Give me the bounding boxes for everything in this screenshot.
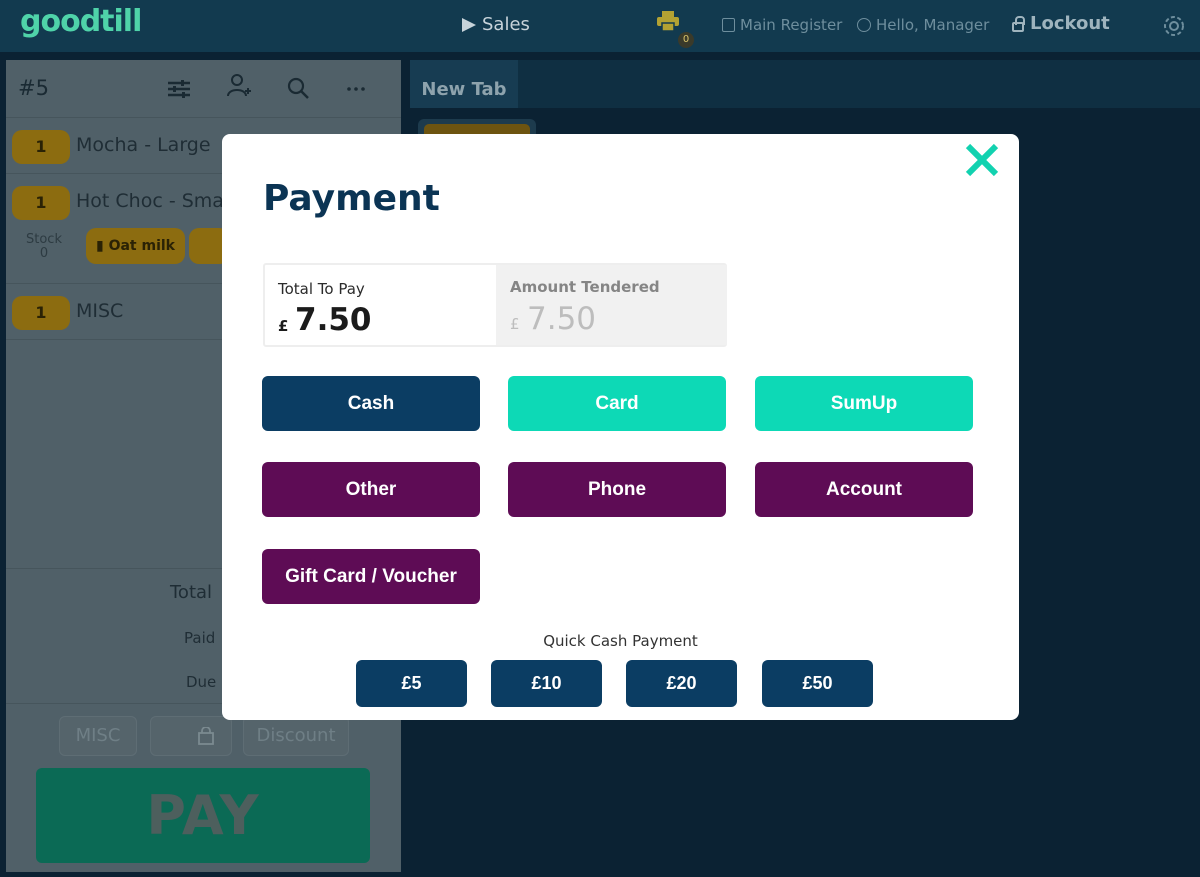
stock-indicator: Stock 0 [26,233,62,261]
lockout-button[interactable]: Lockout [1012,13,1110,34]
discount-button[interactable]: Discount [243,716,349,756]
quick-cash-50-button[interactable]: £50 [762,660,873,707]
sales-label: Sales [482,14,530,35]
user-menu[interactable]: Hello, Manager [857,16,989,34]
gift-card-voucher-button[interactable]: Gift Card / Voucher [262,549,480,604]
payment-totals: Total To Pay £ 7.50 Amount Tendered £ 7.… [263,263,727,347]
quick-cash-label: Quick Cash Payment [543,632,698,650]
account-button[interactable]: Account [755,462,973,517]
tab-bar: New Tab [410,60,1200,108]
stock-value: 0 [39,246,49,261]
more-options-icon[interactable] [344,76,370,102]
currency-symbol: £ [510,315,520,333]
stock-label: Stock [26,232,62,247]
quantity-badge[interactable]: 1 [12,186,70,220]
payment-modal: Payment Total To Pay £ 7.50 Amount Tende… [222,134,1019,720]
user-icon [857,18,871,32]
lockout-label: Lockout [1030,13,1110,34]
add-customer-icon[interactable] [225,72,251,98]
play-icon [462,17,476,32]
register-icon [722,18,735,32]
paid-label: Paid [184,629,216,647]
close-icon[interactable] [962,140,1002,180]
card-button[interactable]: Card [508,376,726,431]
order-header: #5 [6,60,401,118]
due-label: Due [186,673,217,691]
tab-new-tab[interactable]: New Tab [410,60,518,108]
pay-button[interactable]: PAY [36,768,370,863]
quick-cash-5-button[interactable]: £5 [356,660,467,707]
sales-nav[interactable]: Sales [462,14,530,35]
amount-tendered-label: Amount Tendered [510,278,660,296]
search-icon[interactable] [286,76,312,102]
quick-cash-20-button[interactable]: £20 [626,660,737,707]
top-bar: goodtill Sales 0 Main Register Hello, Ma… [0,0,1200,52]
quick-cash-10-button[interactable]: £10 [491,660,602,707]
total-to-pay-label: Total To Pay [278,280,365,298]
modal-title: Payment [263,178,440,219]
bag-button[interactable] [150,716,232,756]
printer-count-badge: 0 [678,32,694,48]
item-name: Mocha - Large [76,134,211,156]
amount-tendered-value: 7.50 [527,301,597,337]
quantity-badge[interactable]: 1 [12,296,70,330]
greeting-label: Hello, Manager [876,16,990,34]
item-name: MISC [76,300,124,322]
quantity-badge[interactable]: 1 [12,130,70,164]
modifier-chip[interactable]: ▮ Oat milk [86,228,185,264]
settings-sliders-icon[interactable] [166,76,192,102]
total-to-pay-value: 7.50 [295,302,372,338]
total-label: Total [170,582,213,603]
lock-icon [1012,15,1025,32]
register-selector[interactable]: Main Register [722,16,842,34]
cash-button[interactable]: Cash [262,376,480,431]
goodtill-logo: goodtill [20,4,142,39]
gear-icon[interactable] [1160,12,1188,40]
bag-icon [198,727,214,745]
sumup-button[interactable]: SumUp [755,376,973,431]
other-button[interactable]: Other [262,462,480,517]
register-label: Main Register [740,16,843,34]
note-icon: ▮ [96,238,109,254]
item-name: Hot Choc - Sma [76,190,224,212]
currency-symbol: £ [278,317,289,335]
modifier-label: Oat milk [108,238,175,254]
amount-tendered-field[interactable]: Amount Tendered £ 7.50 [496,265,727,345]
order-number: #5 [18,76,49,100]
printer-icon[interactable] [656,10,680,32]
phone-button[interactable]: Phone [508,462,726,517]
misc-button[interactable]: MISC [59,716,137,756]
